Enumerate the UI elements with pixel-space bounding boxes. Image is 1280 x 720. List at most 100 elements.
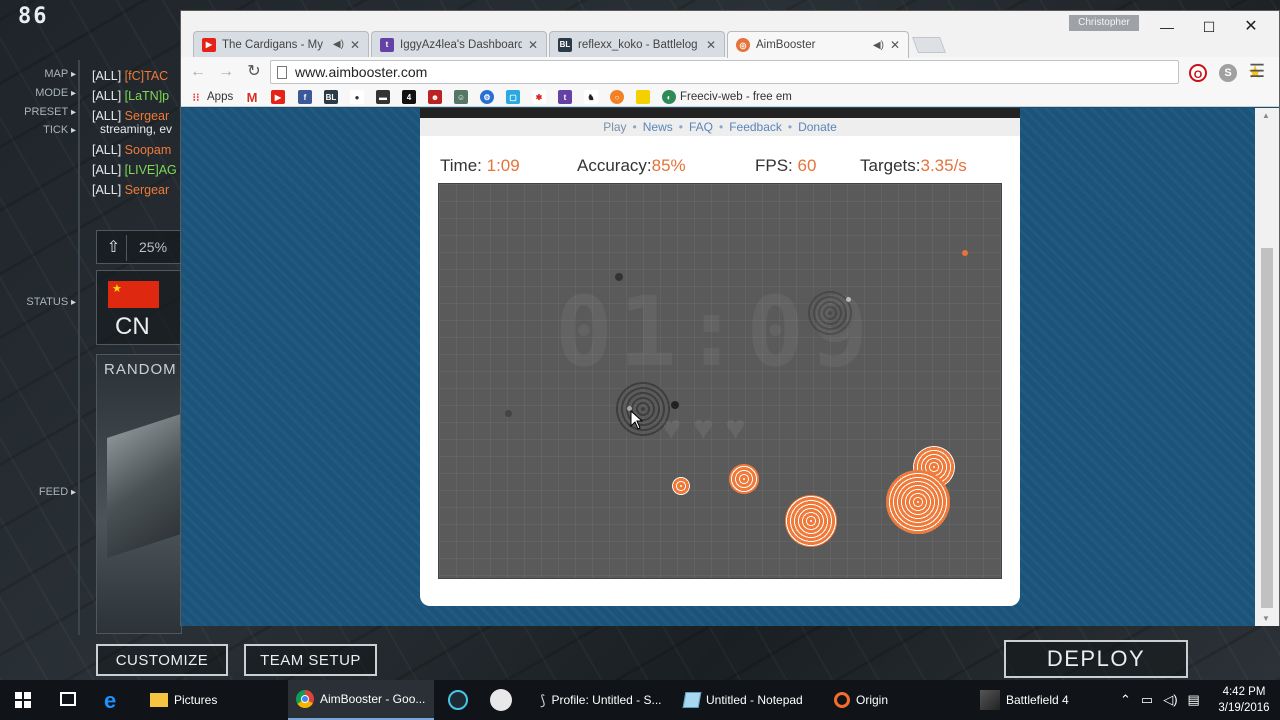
side-label-tick[interactable]: TICK (43, 124, 76, 136)
notification-icon[interactable]: ▤ (1188, 692, 1200, 708)
network-icon[interactable]: ▭ (1141, 692, 1153, 708)
chat-icon[interactable]: ▢ (506, 90, 520, 104)
game-field[interactable]: 01:09 ♥♥♥ (438, 183, 1002, 579)
tab-battlelog[interactable]: BL reflexx_koko - Battlelog / ✕ (549, 31, 725, 57)
scroll-thumb[interactable] (1261, 248, 1273, 608)
tab-close-icon[interactable]: ✕ (706, 38, 716, 52)
building-image (107, 412, 187, 558)
tab-twitch[interactable]: t IggyAz4lea's Dashboard - ✕ (371, 31, 547, 57)
address-bar[interactable]: ★ (270, 60, 1263, 84)
twitch-icon: t (380, 37, 394, 52)
side-label-map[interactable]: MAP (44, 68, 76, 80)
forward-icon[interactable]: → (215, 61, 237, 83)
task-view-icon[interactable] (60, 692, 76, 706)
twitch-icon[interactable]: t (558, 90, 572, 104)
alienware-icon[interactable] (448, 690, 468, 710)
speaker-icon[interactable]: ◀) (873, 40, 884, 51)
volume-icon[interactable]: ◁) (1163, 692, 1177, 708)
steam-icon[interactable]: ⚙ (480, 90, 494, 104)
side-label-mode[interactable]: MODE (35, 87, 76, 99)
game-icon[interactable]: ☻ (428, 90, 442, 104)
spawn-random-box[interactable]: RANDOM (96, 354, 187, 634)
taskbar-item-bf4[interactable]: Battlefield 4 (972, 680, 1112, 720)
edge-icon[interactable]: e (104, 688, 116, 714)
nav-faq[interactable]: FAQ (689, 120, 713, 134)
deploy-button[interactable]: DEPLOY (1004, 640, 1188, 678)
orange-circle-icon[interactable]: ○ (610, 90, 624, 104)
new-tab-button[interactable] (912, 37, 946, 53)
stat-fps: FPS: 60 (755, 156, 817, 175)
steam-icon[interactable] (490, 689, 512, 711)
nav-play[interactable]: Play (603, 120, 626, 134)
bookmark-freeciv[interactable]: ◐ Freeciv-web - free em (662, 89, 792, 105)
close-icon[interactable]: ✕ (1231, 17, 1271, 37)
maximize-icon[interactable]: ☐ (1189, 17, 1229, 37)
scroll-down-icon[interactable]: ▼ (1262, 614, 1270, 623)
scroll-up-icon[interactable]: ▲ (1262, 111, 1270, 120)
chevron-up-icon[interactable]: ⌃ (1120, 692, 1131, 708)
yellow-icon[interactable] (636, 90, 650, 104)
origin-icon (834, 692, 850, 708)
chrome-icon (296, 690, 314, 708)
taskbar-item-origin[interactable]: Origin (826, 680, 966, 720)
stat-targets: Targets:3.35/s (860, 156, 967, 175)
customize-button[interactable]: CUSTOMIZE (96, 644, 228, 676)
tab-close-icon[interactable]: ✕ (528, 38, 538, 52)
start-button[interactable] (0, 680, 46, 720)
taskbar-item-chrome[interactable]: AimBooster - Goo... (288, 680, 434, 720)
tab-title: The Cardigans - My Fa (222, 38, 327, 51)
youtube-icon[interactable]: ▶ (271, 90, 285, 104)
side-label-status[interactable]: STATUS (26, 296, 76, 308)
face-icon[interactable]: ☺ (454, 90, 468, 104)
target[interactable] (672, 477, 690, 495)
zoom-control[interactable]: ⇧ 25% (96, 230, 182, 264)
nav-feedback[interactable]: Feedback (729, 120, 782, 134)
player-count: 86 (18, 4, 49, 29)
profile-icon: ⟆ (540, 691, 546, 708)
tab-close-icon[interactable]: ✕ (890, 38, 900, 52)
url-input[interactable] (295, 61, 895, 83)
taskbar-item-profile[interactable]: ⟆ Profile: Untitled - S... (532, 680, 672, 720)
reload-icon[interactable]: ↻ (243, 61, 265, 83)
tab-close-icon[interactable]: ✕ (350, 38, 360, 52)
alien-icon[interactable]: ♞ (584, 90, 598, 104)
opera-icon[interactable]: O (1189, 64, 1207, 82)
taskbar-item-pictures[interactable]: Pictures (142, 680, 282, 720)
clock[interactable]: 4:42 PM 3/19/2016 (1210, 684, 1278, 718)
minimize-icon[interactable]: — (1147, 17, 1187, 37)
side-label-preset[interactable]: PRESET (24, 106, 76, 118)
gmail-icon[interactable]: M (245, 90, 259, 105)
windows-icon (15, 692, 31, 708)
bookmark-apps[interactable]: ⁝⁝ Apps (189, 89, 234, 105)
nav-donate[interactable]: Donate (798, 120, 837, 134)
taskbar-item-notepad[interactable]: Untitled - Notepad (676, 680, 816, 720)
side-label-feed[interactable]: FEED (39, 486, 76, 498)
yelp-icon[interactable]: ✱ (532, 90, 546, 104)
speaker-icon[interactable]: ◀) (333, 39, 344, 50)
arrow-up-icon[interactable]: ⇧ (101, 235, 127, 261)
tab-aimbooster[interactable]: ◎ AimBooster ◀) ✕ (727, 31, 909, 58)
team-setup-button[interactable]: TEAM SETUP (244, 644, 377, 676)
tab-cardigans[interactable]: ▶ The Cardigans - My Fa ◀) ✕ (193, 31, 369, 57)
target[interactable] (785, 495, 837, 547)
chat-line: [ALL] [fC]TAC (92, 69, 169, 83)
back-icon[interactable]: ← (187, 61, 209, 83)
battlelog-icon[interactable]: BL (324, 90, 338, 104)
bf4-icon (980, 690, 1000, 710)
target[interactable] (729, 464, 759, 494)
skype-icon[interactable]: S (1219, 64, 1237, 82)
reddit-icon[interactable]: ● (350, 90, 364, 104)
bolt-icon[interactable]: 4 (402, 90, 416, 104)
chat-line: [ALL] Sergear (92, 183, 170, 197)
bookmarks-bar: ⁝⁝ Apps M ▶ f BL ● ▬ 4 ☻ ☺ ⚙ ▢ ✱ t ♞ ○ ◐… (181, 87, 1279, 107)
menu-icon[interactable]: ☰ (1249, 61, 1265, 82)
scrollbar[interactable]: ▲ ▼ (1255, 108, 1279, 626)
profile-chip[interactable]: Christopher (1069, 15, 1139, 31)
facebook-icon[interactable]: f (298, 90, 312, 104)
side-rail (78, 60, 80, 635)
nav-news[interactable]: News (643, 120, 673, 134)
car-icon[interactable]: ▬ (376, 90, 390, 104)
tab-title: reflexx_koko - Battlelog / (578, 38, 700, 51)
target[interactable] (886, 470, 950, 534)
target-spawn-dot[interactable] (962, 250, 968, 256)
